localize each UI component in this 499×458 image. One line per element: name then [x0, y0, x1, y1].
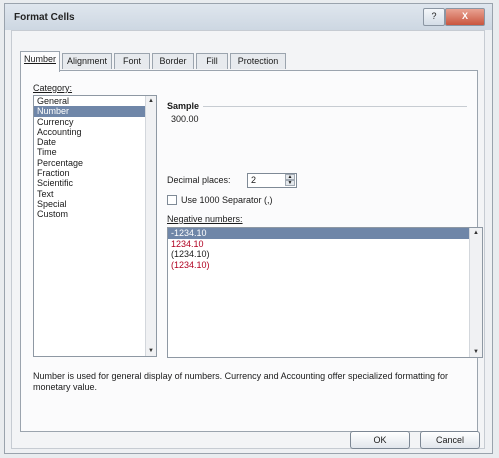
sample-label: Sample	[167, 101, 200, 111]
title-bar[interactable]: Format Cells ? X	[5, 4, 492, 30]
format-cells-dialog: Format Cells ? X Number Alignment Font B…	[4, 3, 493, 454]
sample-divider	[203, 106, 467, 107]
dialog-title: Format Cells	[14, 12, 75, 23]
negative-number-format-item[interactable]: -1234.10	[168, 228, 470, 239]
category-list[interactable]: General Number Currency Accounting Date Time P…	[33, 95, 157, 357]
tab-fill[interactable]: Fill	[196, 53, 228, 69]
spin-down-arrow-icon[interactable]: ▼	[285, 180, 295, 186]
category-list-item[interactable]: Custom	[34, 209, 156, 219]
dialog-client-area: Number Alignment Font Border Fill Protec…	[11, 30, 485, 449]
scroll-up-arrow-icon[interactable]: ▲	[146, 96, 156, 106]
category-list-item[interactable]: General	[34, 96, 156, 106]
decimal-places-spinner[interactable]: 2 ▲ ▼	[247, 173, 297, 188]
category-items: General Number Currency Accounting Date Time P…	[34, 96, 156, 220]
negative-numbers-label: Negative numbers:	[167, 214, 243, 224]
sample-group: Sample 300.00	[167, 101, 467, 124]
category-list-item[interactable]: Fraction	[34, 168, 156, 178]
tab-protection[interactable]: Protection	[230, 53, 286, 69]
sample-value: 300.00	[171, 114, 199, 124]
category-list-item[interactable]: Percentage	[34, 158, 156, 168]
negative-numbers-list[interactable]: -1234.10 1234.10 (1234.10) (1234.10) ▲ ▼	[167, 227, 483, 358]
negative-number-format-item[interactable]: (1234.10)	[168, 260, 482, 271]
tab-alignment[interactable]: Alignment	[62, 53, 112, 69]
negative-numbers-items: -1234.10 1234.10 (1234.10) (1234.10)	[168, 228, 482, 270]
category-list-item[interactable]: Date	[34, 137, 156, 147]
scroll-down-arrow-icon[interactable]: ▼	[146, 346, 156, 356]
use-1000-separator-checkbox[interactable]	[167, 195, 177, 205]
category-list-item[interactable]: Time	[34, 147, 156, 157]
category-list-item[interactable]: Currency	[34, 117, 156, 127]
tab-border[interactable]: Border	[152, 53, 194, 69]
category-list-item[interactable]: Accounting	[34, 127, 156, 137]
negative-number-format-item[interactable]: 1234.10	[168, 239, 482, 250]
scroll-up-arrow-icon[interactable]: ▲	[470, 228, 482, 238]
category-scrollbar[interactable]: ▲ ▼	[145, 96, 156, 356]
cancel-button[interactable]: Cancel	[420, 431, 480, 449]
decimal-places-value[interactable]: 2	[251, 175, 256, 185]
tab-number[interactable]: Number	[20, 51, 60, 72]
use-1000-separator-label[interactable]: Use 1000 Separator (,)	[181, 195, 273, 205]
decimal-places-label: Decimal places:	[167, 175, 231, 185]
category-list-item[interactable]: Scientific	[34, 178, 156, 188]
negative-numbers-scrollbar[interactable]: ▲ ▼	[469, 228, 482, 357]
tab-font[interactable]: Font	[114, 53, 150, 69]
category-list-item[interactable]: Text	[34, 189, 156, 199]
help-button[interactable]: ?	[423, 8, 445, 26]
close-button[interactable]: X	[445, 8, 485, 26]
negative-number-format-item[interactable]: (1234.10)	[168, 249, 482, 260]
ok-button[interactable]: OK	[350, 431, 410, 449]
category-label: Category:	[33, 83, 73, 93]
category-list-item[interactable]: Number	[34, 106, 146, 117]
category-list-item[interactable]: Special	[34, 199, 156, 209]
scroll-down-arrow-icon[interactable]: ▼	[470, 347, 482, 357]
format-description: Number is used for general display of nu…	[33, 371, 449, 392]
number-tab-panel: Category: General Number Currency Accountin…	[20, 70, 483, 432]
